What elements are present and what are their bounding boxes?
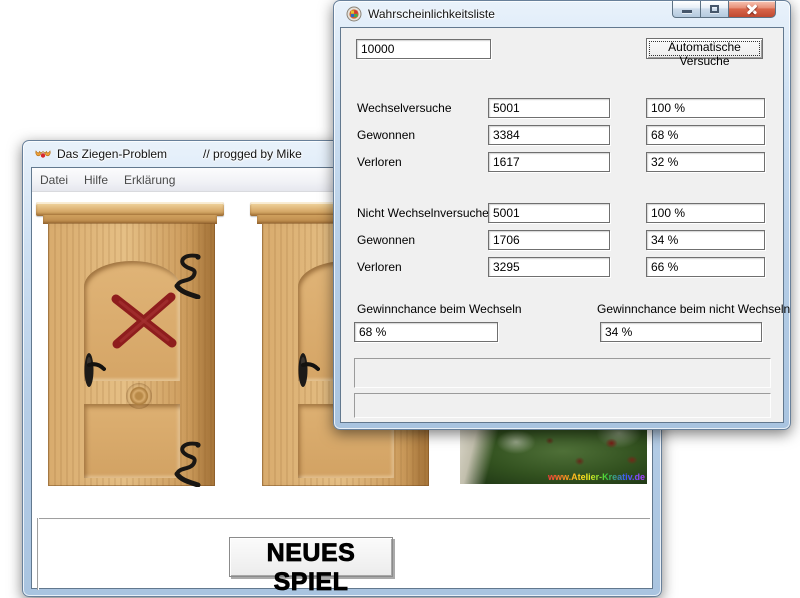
- gewonnen-stay-count-field[interactable]: [488, 230, 610, 250]
- probability-client-area: Automatische Versuche Wechselversuche Ge…: [340, 27, 784, 423]
- label-nicht-wechselversuche: Nicht Wechselnversuche: [357, 206, 489, 220]
- label-gewonnen-switch: Gewonnen: [357, 128, 415, 142]
- gewonnen-switch-percent-field[interactable]: [646, 125, 765, 145]
- red-cross-mark: [108, 289, 180, 353]
- label-wechselversuche: Wechselversuche: [357, 101, 452, 115]
- nicht-wechsel-percent-field[interactable]: [646, 203, 765, 223]
- wechselversuche-percent-field[interactable]: [646, 98, 765, 118]
- door-rosette: [126, 383, 152, 409]
- label-verloren-stay: Verloren: [357, 260, 402, 274]
- verloren-stay-percent-field[interactable]: [646, 257, 765, 277]
- door-body: [48, 223, 215, 486]
- goat-app-icon: [35, 146, 51, 162]
- close-button[interactable]: [729, 1, 776, 18]
- trials-input[interactable]: [356, 39, 491, 59]
- divider-line: [37, 518, 650, 519]
- label-chance-switch: Gewinnchance beim Wechseln: [357, 302, 522, 316]
- door-hinge-icon: [171, 441, 203, 487]
- minimize-button[interactable]: [672, 1, 701, 18]
- progress-panel-stay: [354, 393, 771, 418]
- menu-item-datei[interactable]: Datei: [32, 169, 76, 191]
- new-game-button[interactable]: NEUES SPIEL: [229, 537, 393, 577]
- door-handle-icon: [82, 349, 106, 391]
- minimize-icon: [682, 10, 692, 13]
- probability-window: Wahrscheinlichkeitsliste Automatische Ve…: [333, 0, 791, 430]
- nicht-wechsel-count-field[interactable]: [488, 203, 610, 223]
- menu-item-erklaerung[interactable]: Erklärung: [116, 169, 183, 191]
- label-chance-stay: Gewinnchance beim nicht Wechseln: [597, 302, 790, 316]
- gewonnen-switch-count-field[interactable]: [488, 125, 610, 145]
- chance-stay-field[interactable]: [600, 322, 762, 342]
- door-lower-panel: [84, 404, 180, 478]
- verloren-switch-percent-field[interactable]: [646, 152, 765, 172]
- door-1[interactable]: [38, 202, 222, 486]
- label-verloren-switch: Verloren: [357, 155, 402, 169]
- maximize-icon: [710, 5, 719, 13]
- door-crown: [36, 202, 224, 216]
- wechselversuche-count-field[interactable]: [488, 98, 610, 118]
- probability-app-icon: [346, 6, 362, 22]
- caption-buttons: [672, 1, 776, 18]
- menu-item-hilfe[interactable]: Hilfe: [76, 169, 116, 191]
- game-window-title: Das Ziegen-Problem: [57, 147, 167, 161]
- chance-switch-field[interactable]: [354, 322, 498, 342]
- maximize-button[interactable]: [701, 1, 729, 18]
- photo-watermark: www.Atelier-Kreativ.de: [548, 472, 645, 482]
- auto-trials-button[interactable]: Automatische Versuche: [646, 38, 763, 59]
- progress-panel-switch: [354, 358, 771, 388]
- close-icon: [746, 3, 758, 15]
- door-handle-icon: [296, 349, 320, 391]
- goat-photo: www.Atelier-Kreativ.de: [460, 424, 647, 484]
- divider-line-left: [37, 518, 38, 590]
- gewonnen-stay-percent-field[interactable]: [646, 230, 765, 250]
- label-gewonnen-stay: Gewonnen: [357, 233, 415, 247]
- verloren-stay-count-field[interactable]: [488, 257, 610, 277]
- verloren-switch-count-field[interactable]: [488, 152, 610, 172]
- desktop: Das Ziegen-Problem // progged by Mike Da…: [0, 0, 800, 598]
- game-window-title-suffix: // progged by Mike: [203, 147, 302, 161]
- probability-titlebar[interactable]: Wahrscheinlichkeitsliste: [334, 1, 790, 27]
- probability-window-title: Wahrscheinlichkeitsliste: [368, 7, 495, 21]
